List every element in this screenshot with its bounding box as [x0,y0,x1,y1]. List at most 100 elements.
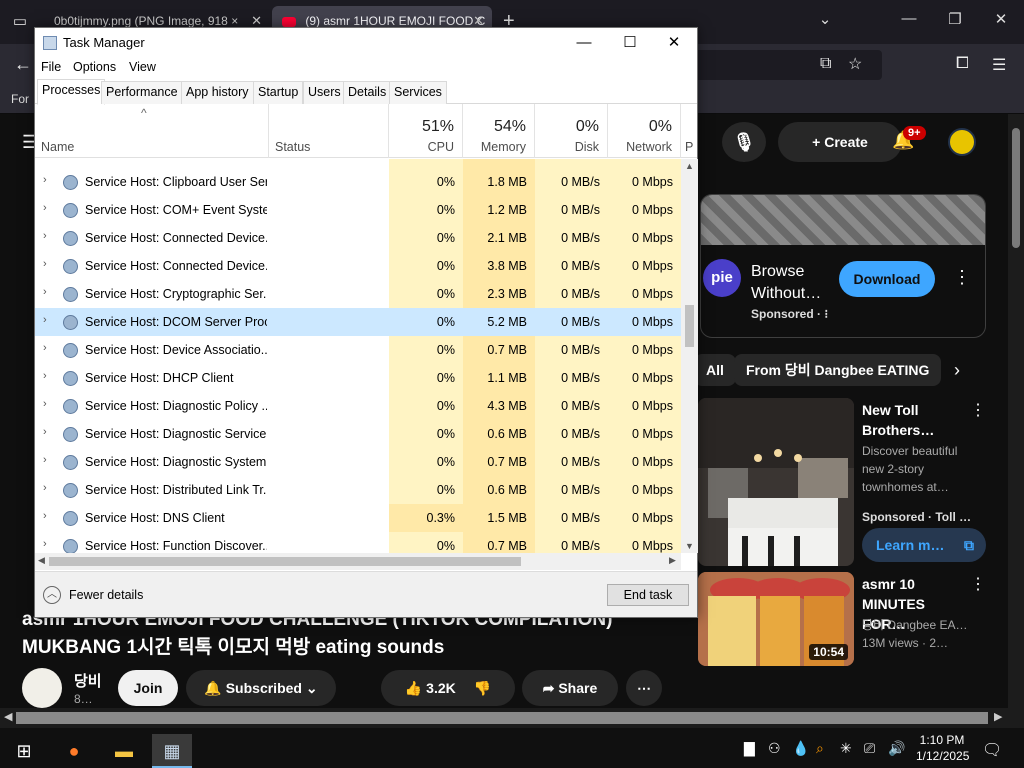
table-row[interactable]: › Service Host: Diagnostic Service... 0% 0.… [35,420,681,448]
scroll-up-arrow-icon[interactable]: ▲ [685,161,694,171]
avatar[interactable] [948,128,976,156]
like-button[interactable]: 👍 3.2K 👎 [381,670,515,706]
scroll-down-arrow-icon[interactable]: ▼ [685,541,694,551]
expand-chevron-icon[interactable]: › [43,538,47,550]
table-row[interactable] [35,159,681,168]
learn-more-button[interactable]: Learn m… ⧉ [862,528,986,562]
scroll-right-arrow-icon[interactable]: ▶ [669,555,676,566]
restore-browser-button[interactable]: ❐ [940,10,970,28]
column-header-power[interactable]: P [681,104,697,158]
windows-start-icon[interactable]: ⊞ [4,734,44,768]
close-button[interactable]: ✕ [651,31,697,55]
tab-users[interactable]: Users [303,81,346,104]
scroll-left-arrow-icon[interactable]: ◀ [4,710,12,723]
recommended-video[interactable]: New Toll Brothers… Discover beautiful ne… [688,398,998,566]
table-row[interactable]: › Service Host: Clipboard User Ser... 0% 1.… [35,168,681,196]
scroll-right-arrow-icon[interactable]: ▶ [994,710,1002,723]
create-button[interactable]: + Create [778,122,902,162]
scroll-left-arrow-icon[interactable]: ◀ [38,555,45,566]
expand-chevron-icon[interactable]: › [43,370,47,382]
bookmark-star-icon[interactable]: ☆ [848,54,862,74]
tray-app-icon[interactable]: ▇ [744,740,755,757]
expand-chevron-icon[interactable]: › [43,342,47,354]
column-header-disk[interactable]: 0% Disk [535,104,608,158]
table-row[interactable]: › Service Host: DHCP Client 0% 1.1 MB 0 MB/s… [35,364,681,392]
expand-chevron-icon[interactable]: › [43,286,47,298]
tab-details[interactable]: Details [343,81,392,104]
tray-drop-icon[interactable]: 💧 [792,740,809,757]
volume-icon[interactable]: 🔊 [888,740,905,757]
tab-processes[interactable]: Processes [37,79,106,105]
menu-view[interactable]: View [129,60,156,74]
expand-chevron-icon[interactable]: › [43,174,47,186]
expand-chevron-icon[interactable]: › [43,482,47,494]
channel-avatar[interactable] [22,668,62,708]
table-row[interactable]: › Service Host: Connected Device... 0% 3.8 … [35,252,681,280]
table-row[interactable]: › Service Host: Connected Device... 0% 2.1 … [35,224,681,252]
tray-people-icon[interactable]: ⚇ [768,740,781,757]
picture-in-picture-icon[interactable]: ⧉ [820,55,831,73]
expand-chevron-icon[interactable]: › [43,258,47,270]
video-thumbnail[interactable] [698,398,854,566]
chevron-up-circle-icon[interactable]: ︿ [43,586,61,604]
menu-file[interactable]: File [41,60,61,74]
task-manager-taskbar-icon[interactable]: ▦ [152,734,192,768]
column-header-memory[interactable]: 54% Memory [463,104,535,158]
menu-options[interactable]: Options [73,60,116,74]
tab-startup[interactable]: Startup [253,81,304,104]
expand-chevron-icon[interactable]: › [43,230,47,242]
table-row[interactable]: › Service Host: DCOM Server Proc... 0% 5.2 … [35,308,681,336]
process-list-vertical-scrollbar[interactable]: ▲ ▼ [681,159,698,553]
column-header-status[interactable]: Status [269,104,389,158]
channel-name[interactable]: 당비 [74,670,102,691]
table-row[interactable]: › Service Host: Device Associatio... 0% 0.7… [35,336,681,364]
table-row[interactable]: › Service Host: Diagnostic Policy ... 0% 4.… [35,392,681,420]
expand-chevron-icon[interactable]: › [43,398,47,410]
network-icon[interactable]: ⎚ [864,740,875,757]
window-titlebar[interactable]: Task Manager — ☐ ✕ [35,28,697,58]
column-header-cpu[interactable]: 51% CPU [389,104,463,158]
menu-icon[interactable]: ☰ [992,55,1006,75]
column-header-name[interactable]: ^ Name [35,104,269,158]
join-button[interactable]: Join [118,670,178,706]
bookmark-item[interactable]: For [11,92,29,106]
back-arrow-icon[interactable]: ← [14,54,32,75]
close-browser-button[interactable]: ✕ [986,10,1016,28]
table-row[interactable]: › Service Host: DNS Client 0.3% 1.5 MB 0 MB/… [35,504,681,532]
video-title[interactable]: New Toll Brothers… [862,400,962,440]
tab-services[interactable]: Services [389,81,447,104]
voice-search-button[interactable]: 🎙 [722,122,766,162]
table-row[interactable]: › Service Host: Diagnostic System... 0% 0.7… [35,448,681,476]
chip-all[interactable]: All [694,354,736,386]
scrollbar-thumb[interactable] [685,305,694,347]
tab-performance[interactable]: Performance [101,81,183,104]
table-row[interactable]: › Service Host: Cryptographic Ser... 0% 2.3… [35,280,681,308]
expand-chevron-icon[interactable]: › [43,454,47,466]
expand-chevron-icon[interactable]: › [43,426,47,438]
subscribed-button[interactable]: 🔔 Subscribed ⌄ [186,670,336,706]
table-row[interactable]: › Service Host: COM+ Event Syste... 0% 1.2 … [35,196,681,224]
chevron-right-icon[interactable]: › [954,360,960,381]
tray-search-icon[interactable]: ⌕ [816,740,824,757]
minimize-button[interactable]: — [561,31,607,55]
expand-chevron-icon[interactable]: › [43,202,47,214]
sponsored-ad-card[interactable]: pie Browse Without… Sponsored · ⁝ Downlo… [700,194,986,338]
system-clock[interactable]: 1:10 PM 1/12/2025 [916,732,969,764]
chip-channel[interactable]: From 당비 Dangbee EATING [734,354,942,386]
share-button[interactable]: ➦ Share [522,670,618,706]
scrollbar-thumb[interactable] [49,557,521,566]
tray-sparkle-icon[interactable]: ✳ [840,740,852,757]
recommended-video[interactable]: 10:54 asmr 10 MINUTES FOR… 당비 Dangbee EA… [688,572,998,668]
maximize-button[interactable]: ☐ [607,31,653,55]
process-list-horizontal-scrollbar[interactable]: ◀ ▶ [35,553,681,570]
more-actions-button[interactable]: ⋯ [626,670,662,706]
notification-center-icon[interactable]: 🗨 [982,740,1002,760]
fewer-details-link[interactable]: Fewer details [69,588,143,602]
tab-app-history[interactable]: App history [181,81,254,104]
scrollbar-thumb[interactable] [1012,128,1020,248]
scrollbar-thumb[interactable] [16,712,988,724]
expand-chevron-icon[interactable]: › [43,510,47,522]
table-row[interactable]: › Service Host: Function Discover... 0% 0.7… [35,532,681,553]
thumbs-down-icon[interactable]: 👎 [474,680,491,696]
video-thumbnail[interactable]: 10:54 [698,572,854,666]
